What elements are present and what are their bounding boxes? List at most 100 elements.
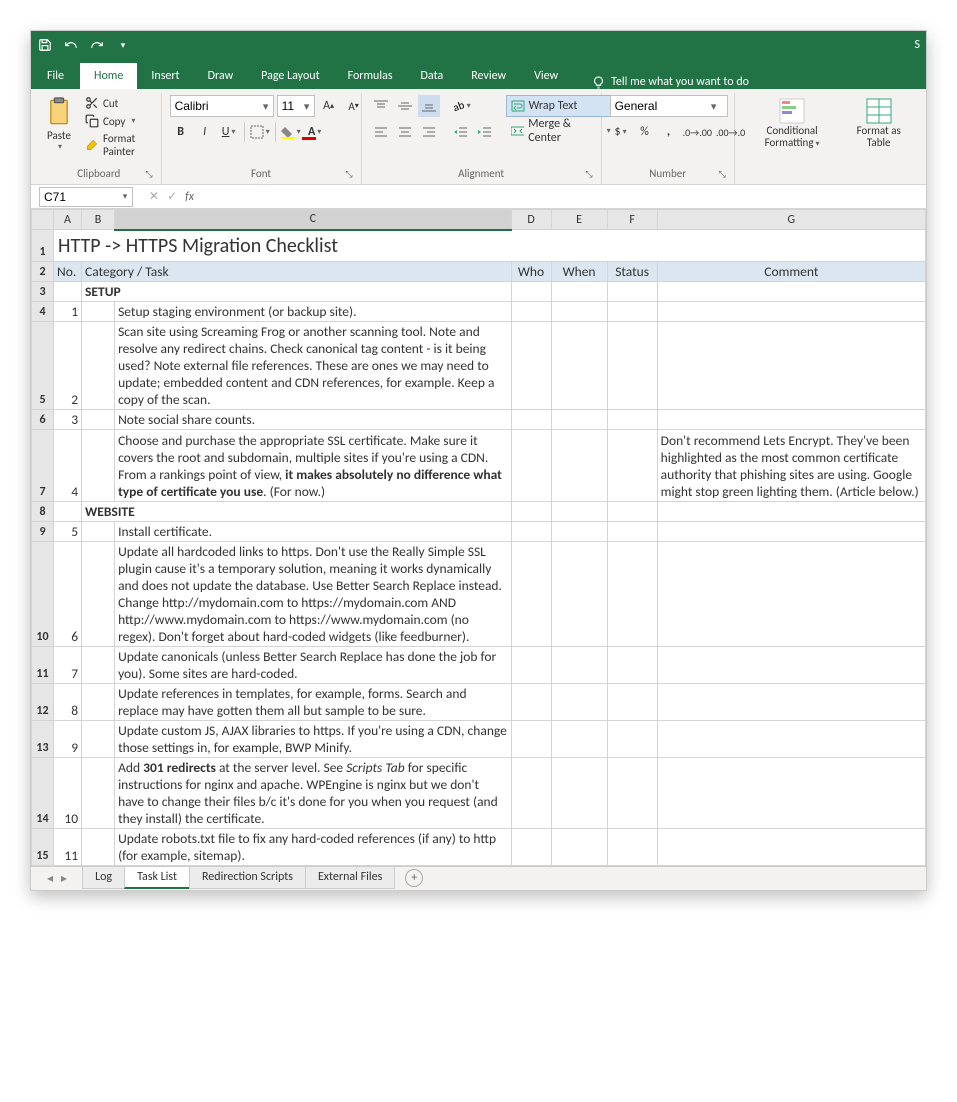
group-label-alignment: Alignment xyxy=(458,167,504,180)
undo-icon[interactable] xyxy=(63,37,79,53)
conditional-formatting-button[interactable]: Conditional Formatting▾ xyxy=(743,95,842,151)
table-row: 117Update canonicals (unless Better Sear… xyxy=(32,646,926,683)
col-header-status[interactable]: Status xyxy=(607,261,657,281)
sheet-tab-log[interactable]: Log xyxy=(82,867,125,889)
table-row: 95Install certificate. xyxy=(32,521,926,541)
tab-draw[interactable]: Draw xyxy=(194,63,248,89)
formula-bar: ▾ ✕ ✓ fx xyxy=(31,185,926,209)
align-center-icon[interactable] xyxy=(394,121,416,143)
tab-home[interactable]: Home xyxy=(80,63,137,89)
fx-icon[interactable]: fx xyxy=(185,190,194,204)
bold-button[interactable]: B xyxy=(170,121,192,143)
fill-color-button[interactable]: ▾ xyxy=(280,121,302,143)
col-header-G[interactable]: G xyxy=(657,210,925,230)
table-row: 3SETUP xyxy=(32,281,926,301)
dialog-launcher-icon[interactable]: ⤡ xyxy=(585,169,592,180)
qat-customize-icon[interactable]: ▾ xyxy=(115,37,131,53)
page-title[interactable]: HTTP -> HTTPS Migration Checklist xyxy=(54,230,926,262)
align-right-icon[interactable] xyxy=(418,121,440,143)
format-as-table-button[interactable]: Format as Table xyxy=(845,95,912,151)
wrap-text-button[interactable]: Wrap Text xyxy=(506,95,616,117)
group-label-font: Font xyxy=(251,167,271,180)
col-header-A[interactable]: A xyxy=(54,210,82,230)
col-header-category[interactable]: Category / Task xyxy=(82,261,511,281)
sheet-nav-next-icon[interactable]: ▸ xyxy=(61,871,67,886)
increase-indent-icon[interactable] xyxy=(474,121,496,143)
name-box[interactable]: ▾ xyxy=(39,187,133,207)
sheet-nav-prev-icon[interactable]: ◂ xyxy=(47,871,53,886)
group-label-clipboard: Clipboard xyxy=(77,167,120,180)
col-header-D[interactable]: D xyxy=(511,210,551,230)
lightbulb-icon xyxy=(592,76,605,89)
scissors-icon xyxy=(85,96,99,110)
increase-decimal-icon[interactable]: .0→.00 xyxy=(682,121,713,143)
tab-review[interactable]: Review xyxy=(457,63,520,89)
formula-input[interactable] xyxy=(194,185,926,208)
align-middle-icon[interactable] xyxy=(394,95,416,117)
increase-font-icon[interactable]: A▴ xyxy=(318,95,340,117)
align-left-icon[interactable] xyxy=(370,121,392,143)
tab-page-layout[interactable]: Page Layout xyxy=(247,63,333,89)
group-label-number: Number xyxy=(649,167,686,180)
group-clipboard: Paste ▾ Cut Copy▾ Format Painter Clipboa… xyxy=(37,93,162,184)
dialog-launcher-icon[interactable]: ⤡ xyxy=(145,169,152,180)
cancel-formula-icon[interactable]: ✕ xyxy=(149,189,159,204)
percent-format-icon[interactable]: % xyxy=(634,121,656,143)
redo-icon[interactable] xyxy=(89,37,105,53)
comma-format-icon[interactable]: , xyxy=(658,121,680,143)
font-color-button[interactable]: A▾ xyxy=(304,121,326,143)
decrease-indent-icon[interactable] xyxy=(450,121,472,143)
title-suffix: S xyxy=(914,38,920,52)
group-number: ▾ $▾ % , .0→.00 .00→.0 Number⤡ xyxy=(602,93,735,184)
col-header-when[interactable]: When xyxy=(551,261,607,281)
table-row: 74Choose and purchase the appropriate SS… xyxy=(32,429,926,501)
table-row: 63Note social share counts. xyxy=(32,409,926,429)
select-all-cell[interactable] xyxy=(32,210,54,230)
dialog-launcher-icon[interactable]: ⤡ xyxy=(719,169,726,180)
font-name-select[interactable]: ▾ xyxy=(170,95,274,117)
save-icon[interactable] xyxy=(37,37,53,53)
ribbon: Paste ▾ Cut Copy▾ Format Painter Clipboa… xyxy=(31,89,926,185)
col-header-comment[interactable]: Comment xyxy=(657,261,925,281)
sheet-tab-bar: ◂ ▸ LogTask ListRedirection ScriptsExter… xyxy=(31,866,926,890)
tell-me[interactable]: Tell me what you want to do xyxy=(592,75,749,89)
underline-button[interactable]: U▾ xyxy=(218,121,240,143)
orientation-icon[interactable]: ab▾ xyxy=(450,95,472,117)
col-header-B[interactable]: B xyxy=(82,210,115,230)
copy-icon xyxy=(85,114,99,128)
accounting-format-icon[interactable]: $▾ xyxy=(610,121,632,143)
sheet-tab-task-list[interactable]: Task List xyxy=(124,867,190,889)
col-header-no[interactable]: No. xyxy=(54,261,82,281)
quick-access-toolbar: ▾ S xyxy=(31,31,926,59)
col-header-E[interactable]: E xyxy=(551,210,607,230)
borders-button[interactable]: ▾ xyxy=(249,121,271,143)
paintbrush-icon xyxy=(85,138,99,152)
tab-view[interactable]: View xyxy=(520,63,572,89)
italic-button[interactable]: I xyxy=(194,121,216,143)
tab-data[interactable]: Data xyxy=(407,63,458,89)
format-painter-button[interactable]: Format Painter xyxy=(83,131,153,159)
number-format-select[interactable]: ▾ xyxy=(610,95,728,117)
dialog-launcher-icon[interactable]: ⤡ xyxy=(345,169,352,180)
align-bottom-icon[interactable] xyxy=(418,95,440,117)
table-row: 1410Add 301 redirects at the server leve… xyxy=(32,757,926,828)
merge-center-button[interactable]: Merge & Center▾ xyxy=(506,120,616,142)
chevron-down-icon[interactable]: ▾ xyxy=(118,191,132,202)
table-row: 1511Update robots.txt file to fix any ha… xyxy=(32,828,926,865)
add-sheet-button[interactable]: + xyxy=(405,869,423,887)
cut-button[interactable]: Cut xyxy=(83,95,153,111)
tab-formulas[interactable]: Formulas xyxy=(334,63,407,89)
enter-formula-icon[interactable]: ✓ xyxy=(167,189,177,204)
sheet-tab-external-files[interactable]: External Files xyxy=(305,867,395,889)
col-header-C[interactable]: C xyxy=(115,210,511,230)
spreadsheet-grid[interactable]: ABCDEFG 1 HTTP -> HTTPS Migration Checkl… xyxy=(31,209,926,866)
sheet-tab-redirection-scripts[interactable]: Redirection Scripts xyxy=(189,867,306,889)
tab-file[interactable]: File xyxy=(31,63,80,89)
paste-button[interactable]: Paste ▾ xyxy=(45,95,73,152)
tab-insert[interactable]: Insert xyxy=(137,63,193,89)
col-header-who[interactable]: Who xyxy=(511,261,551,281)
copy-button[interactable]: Copy▾ xyxy=(83,113,153,129)
font-size-select[interactable]: ▾ xyxy=(277,95,315,117)
align-top-icon[interactable] xyxy=(370,95,392,117)
col-header-F[interactable]: F xyxy=(607,210,657,230)
